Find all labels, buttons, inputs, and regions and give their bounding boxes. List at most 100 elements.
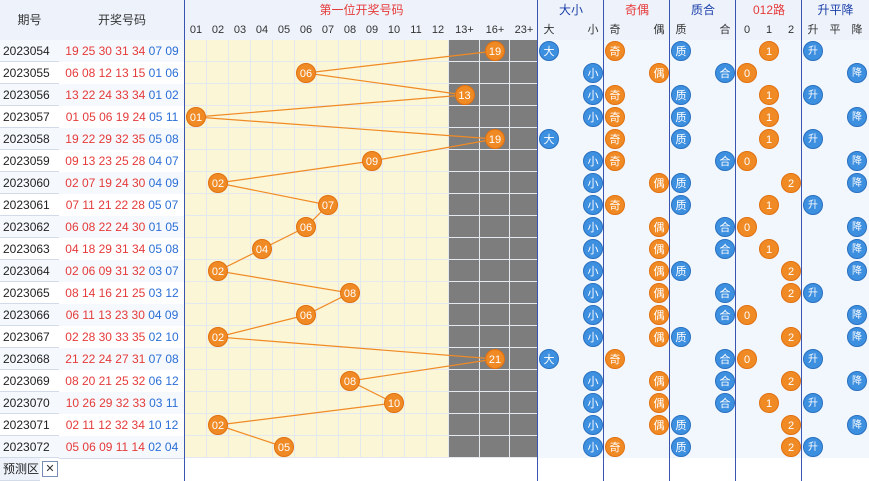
miss-cell <box>427 40 449 62</box>
miss-cell <box>317 260 339 282</box>
prime-composite-ball: 质 <box>671 327 691 347</box>
col-header-12: 12 <box>431 24 445 36</box>
miss-cell <box>405 172 427 194</box>
period-cell: 2023063 <box>0 238 59 260</box>
miss-cell <box>251 260 273 282</box>
miss-cell <box>383 216 405 238</box>
route-012-ball: 0 <box>737 217 757 237</box>
miss-cell <box>449 282 480 304</box>
miss-cell <box>427 238 449 260</box>
col-header-02: 02 <box>211 24 225 36</box>
route-012-ball: 1 <box>759 239 779 259</box>
miss-cell <box>207 304 229 326</box>
miss-cell <box>339 414 361 436</box>
miss-cell <box>339 40 361 62</box>
red-numbers: 05 06 09 11 14 <box>65 440 145 454</box>
miss-cell <box>207 436 229 458</box>
miss-cell <box>317 40 339 62</box>
miss-cell <box>317 128 339 150</box>
prime-composite-ball: 质 <box>671 261 691 281</box>
miss-cell <box>273 62 295 84</box>
route-012-header: 012路 <box>752 3 786 17</box>
miss-cell <box>480 238 510 260</box>
odd-even-ball: 奇 <box>605 349 625 369</box>
col-header-08: 08 <box>343 24 357 36</box>
miss-cell <box>229 128 251 150</box>
miss-cell <box>251 62 273 84</box>
predict-close-button[interactable]: ✕ <box>42 461 58 477</box>
miss-cell <box>229 238 251 260</box>
miss-cell <box>185 436 207 458</box>
miss-cell <box>251 106 273 128</box>
miss-cell <box>229 62 251 84</box>
sub-header-3: 奇 <box>609 24 621 36</box>
blue-numbers: 01 02 <box>145 88 179 102</box>
prime-composite-ball: 合 <box>715 305 735 325</box>
big-small-ball: 小 <box>583 107 603 127</box>
miss-cell <box>229 392 251 414</box>
miss-cell <box>510 304 538 326</box>
period-cell: 2023065 <box>0 282 59 304</box>
lottery-trend-chart: 期号 开奖号码 第一位开奖号码 大小 奇偶 质合 012路 升平降 01 02 03 04 05 06 07… <box>0 0 869 481</box>
draw-numbers-cell: 06 08 12 13 15 01 06 <box>59 62 185 85</box>
predict-label: 预测区 <box>0 458 40 481</box>
prime-composite-ball: 合 <box>715 283 735 303</box>
first-position-ball: 19 <box>485 41 505 61</box>
blue-numbers: 05 08 <box>145 132 179 146</box>
miss-cell <box>449 304 480 326</box>
first-position-ball: 08 <box>340 371 360 391</box>
miss-cell <box>427 370 449 392</box>
trend-ball: 降 <box>847 63 867 83</box>
col-header-11: 11 <box>410 24 422 36</box>
miss-cell <box>185 172 207 194</box>
miss-cell <box>361 62 383 84</box>
first-position-ball: 02 <box>208 327 228 347</box>
miss-cell <box>480 106 510 128</box>
miss-cell <box>251 304 273 326</box>
route-012-ball: 1 <box>759 195 779 215</box>
draw-numbers-cell: 09 13 23 25 28 04 07 <box>59 150 185 173</box>
prime-composite-ball: 质 <box>671 129 691 149</box>
miss-cell <box>510 150 538 172</box>
blue-numbers: 03 11 <box>145 396 179 410</box>
period-cell: 2023057 <box>0 106 59 128</box>
draw-numbers-cell: 02 11 12 32 34 10 12 <box>59 414 185 437</box>
col-header-03: 03 <box>233 24 247 36</box>
miss-cell <box>229 106 251 128</box>
miss-cell <box>383 326 405 348</box>
miss-cell <box>185 370 207 392</box>
miss-cell <box>383 370 405 392</box>
miss-cell <box>405 282 427 304</box>
trend-ball: 升 <box>803 129 823 149</box>
miss-cell <box>185 128 207 150</box>
sub-header-13: 平 <box>829 24 841 36</box>
miss-cell <box>185 216 207 238</box>
miss-cell <box>480 282 510 304</box>
miss-cell <box>273 238 295 260</box>
blue-numbers: 04 09 <box>144 308 179 322</box>
blue-numbers: 03 07 <box>145 264 179 278</box>
miss-cell <box>510 128 538 150</box>
odd-even-ball: 奇 <box>605 129 625 149</box>
trend-ball: 降 <box>847 239 867 259</box>
prime-composite-ball: 质 <box>671 173 691 193</box>
miss-cell <box>339 216 361 238</box>
red-numbers: 02 06 09 31 32 <box>65 264 146 278</box>
big-small-ball: 小 <box>583 239 603 259</box>
miss-cell <box>480 62 510 84</box>
big-small-ball: 小 <box>583 261 603 281</box>
miss-cell <box>361 216 383 238</box>
draw-numbers-cell: 05 06 09 11 14 02 04 <box>59 436 185 459</box>
first-position-ball: 10 <box>384 393 404 413</box>
miss-cell <box>383 84 405 106</box>
big-small-ball: 大 <box>539 129 559 149</box>
miss-cell <box>295 172 317 194</box>
miss-cell <box>449 194 480 216</box>
miss-cell <box>185 40 207 62</box>
col-header-06: 06 <box>299 24 313 36</box>
miss-cell <box>229 260 251 282</box>
draw-numbers-cell: 07 11 21 22 28 05 07 <box>59 194 185 217</box>
miss-cell <box>480 392 510 414</box>
miss-cell <box>251 392 273 414</box>
sub-header-5: 偶 <box>653 24 665 36</box>
